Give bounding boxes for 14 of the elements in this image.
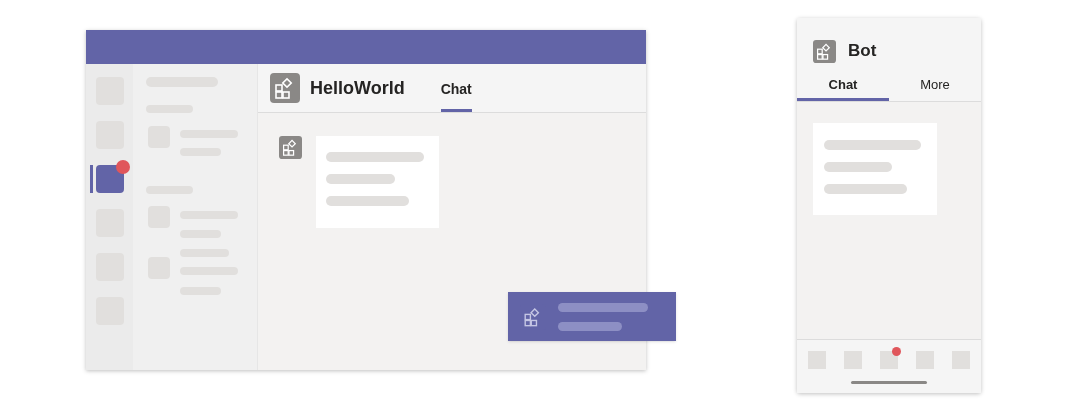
rail-item[interactable] [96,165,124,193]
app-icon [813,39,836,63]
app-icon [270,73,300,103]
nav-item[interactable] [880,351,898,369]
tab[interactable]: Chat [797,72,889,101]
app-title: Bot [848,40,877,63]
tab[interactable]: More [889,72,981,101]
app-icon [279,136,302,159]
app-title: HelloWorld [310,76,405,100]
placeholder-bar [558,321,622,331]
placeholder-bar [824,162,892,172]
tab[interactable]: Chat [440,64,472,112]
placeholder-bar [326,174,395,184]
selection-indicator [90,165,93,193]
